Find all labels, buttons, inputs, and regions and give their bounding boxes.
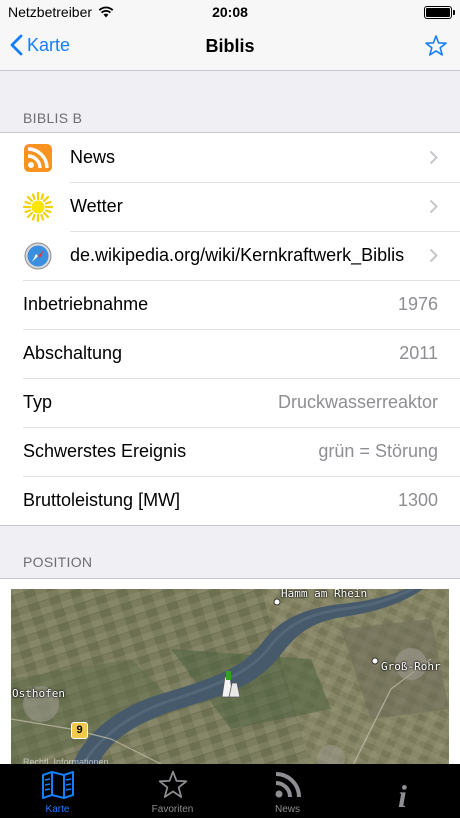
star-outline-icon	[425, 35, 447, 56]
rss-icon	[23, 143, 53, 173]
detail-label: Typ	[23, 392, 53, 412]
sun-icon	[23, 191, 53, 222]
detail-row-type: Typ Druckwasserreaktor	[0, 378, 460, 427]
road-shield-number: 9	[76, 724, 83, 736]
wikipedia-link-label: de.wikipedia.org/wiki/Kernkraftwerk_Bibl…	[70, 245, 405, 265]
star-icon	[158, 770, 187, 798]
info-table: News Wetter de.wikipedia.org/wiki/Kernkr…	[0, 132, 460, 526]
detail-row-gross-output: Bruttoleistung [MW] 1300	[0, 476, 460, 525]
detail-row-worst-event: Schwerstes Ereignis grün = Störung	[0, 427, 460, 476]
map-label-hamm: Hamm am Rhein	[281, 589, 368, 600]
detail-value: Druckwasserreaktor	[277, 392, 438, 412]
news-label: News	[70, 147, 116, 167]
tab-favorites[interactable]: Favoriten	[115, 764, 230, 818]
detail-value: 2011	[399, 343, 438, 363]
detail-label: Abschaltung	[23, 343, 123, 363]
wikipedia-row[interactable]: de.wikipedia.org/wiki/Kernkraftwerk_Bibl…	[0, 231, 460, 280]
tab-bar: Karte Favoriten News i	[0, 764, 460, 818]
detail-row-shutdown: Abschaltung 2011	[0, 329, 460, 378]
chevron-right-icon	[429, 248, 438, 263]
detail-value: 1300	[397, 490, 438, 510]
detail-row-commissioning: Inbetriebnahme 1976	[0, 280, 460, 329]
chevron-right-icon	[429, 150, 438, 165]
weather-row[interactable]: Wetter	[0, 182, 460, 231]
section-header-info: BIBLIS B	[23, 110, 83, 126]
status-bar: Netzbetreiber 20:08	[0, 0, 460, 24]
navigation-bar: Karte Biblis	[0, 24, 460, 71]
page-title: Biblis	[205, 36, 255, 56]
detail-label: Inbetriebnahme	[23, 294, 149, 314]
chevron-right-icon	[429, 199, 438, 214]
info-icon: i	[398, 778, 407, 814]
detail-value: grün = Störung	[318, 441, 438, 461]
road-shield-icon: 9	[71, 722, 88, 739]
map-container: Hamm am Rhein Groß-Rohr Osthofen 9 Recht…	[0, 578, 460, 769]
map-label-osthofen: Osthofen	[12, 687, 65, 700]
tab-news-label: News	[274, 804, 300, 815]
favorite-button[interactable]	[424, 34, 448, 63]
safari-compass-icon	[23, 241, 53, 271]
map-label-gross-rohr: Groß-Rohr	[381, 660, 441, 673]
satellite-map[interactable]: Hamm am Rhein Groß-Rohr Osthofen 9 Recht…	[11, 589, 449, 769]
map-icon	[41, 771, 74, 799]
section-header-position: POSITION	[23, 554, 93, 570]
clock: 20:08	[212, 4, 248, 20]
detail-value: 1976	[397, 294, 438, 314]
power-plant-marker-icon[interactable]	[218, 669, 244, 704]
rss-icon	[275, 772, 301, 798]
detail-label: Schwerstes Ereignis	[23, 441, 187, 461]
tab-map-label: Karte	[45, 804, 70, 815]
tab-info[interactable]: i	[345, 764, 460, 818]
weather-label: Wetter	[70, 196, 123, 216]
detail-label: Bruttoleistung [MW]	[23, 490, 181, 510]
tab-news[interactable]: News	[230, 764, 345, 818]
tab-favorites-label: Favoriten	[151, 804, 194, 815]
tab-map[interactable]: Karte	[0, 764, 115, 818]
battery-icon	[424, 6, 455, 19]
news-row[interactable]: News	[0, 133, 460, 182]
